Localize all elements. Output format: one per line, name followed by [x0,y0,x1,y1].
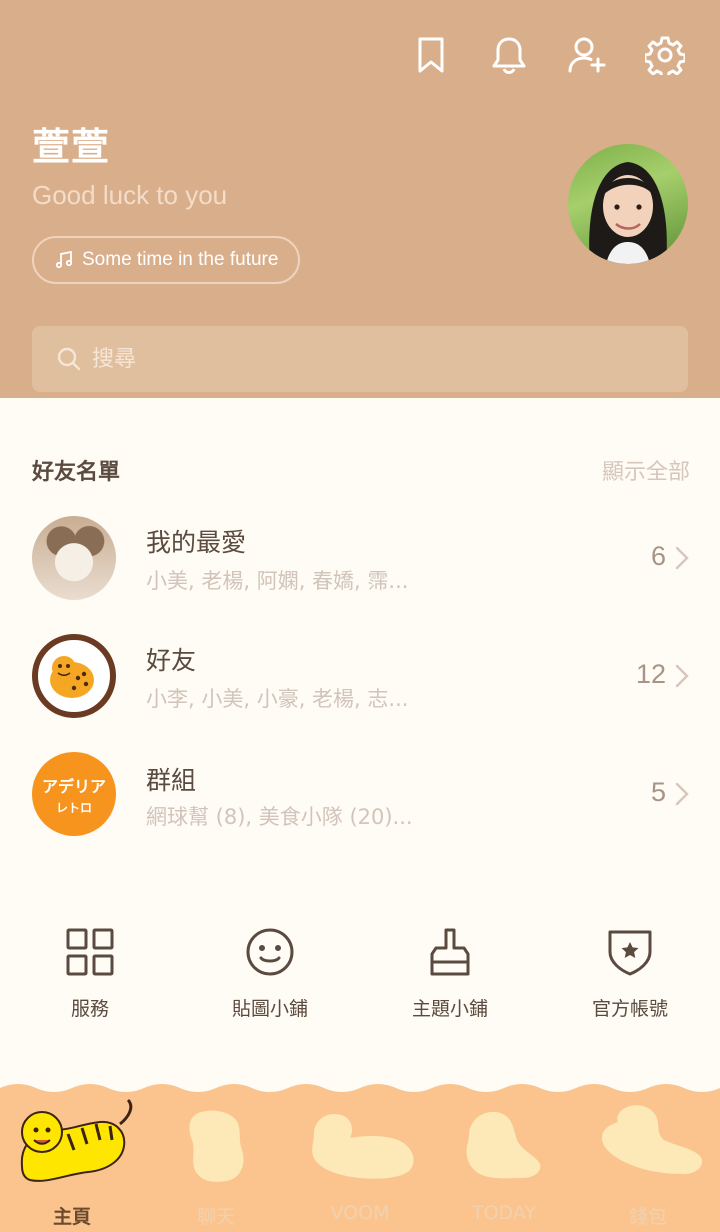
row-title: 我的最愛 [146,528,247,557]
shortcut-label: 官方帳號 [591,998,668,1020]
add-friend-button[interactable] [564,32,610,78]
search-icon [57,347,81,371]
smiley-icon [246,928,294,976]
group-logo-line1: アデリア [41,776,106,796]
nav-label: 聊天 [196,1206,235,1228]
music-title: Some time in the future [82,249,279,270]
services-shortcut[interactable]: 服務 [0,924,180,1034]
bell-icon [492,37,526,74]
nav-home[interactable]: 主頁 [0,1080,144,1232]
nav-label: TODAY [472,1202,536,1224]
nav-voom[interactable]: VOOM [288,1080,432,1232]
row-subtitle: 網球幫 (8), 美食小隊 (20)... [146,805,413,829]
cat-silhouette-icon [466,1111,541,1179]
nav-label: VOOM [330,1202,390,1224]
row-count: 12 [635,659,666,689]
profile-music-button[interactable]: Some time in the future [32,236,301,284]
nav-today[interactable]: TODAY [432,1080,576,1232]
favorites-avatar [32,516,116,600]
bookmark-button[interactable] [408,32,454,78]
groups-avatar: アデリア レトロ [32,752,116,836]
portrait-photo [589,162,667,264]
cat-silhouette-icon [602,1105,703,1174]
row-title: 好友 [146,646,197,675]
profile-avatar[interactable] [568,144,688,264]
tiger-home-icon [20,1098,133,1182]
shield-star-icon [608,930,652,976]
grid-icon [66,928,114,976]
settings-button[interactable] [642,32,688,78]
header-actions [376,32,688,78]
bookmark-icon [418,37,444,73]
group-logo-line2: レトロ [55,800,92,815]
nav-chat[interactable]: 聊天 [144,1080,288,1232]
official-accounts-shortcut[interactable]: 官方帳號 [540,924,720,1034]
gear-icon [645,36,685,75]
add-friend-icon [568,37,606,73]
notifications-button[interactable] [486,32,532,78]
friend-list-row-favorites[interactable]: 我的最愛 小美, 老楊, 阿嫻, 春嬌, 霈... 6 [0,503,720,613]
tiger-icon [50,656,94,698]
profile-header: 萱萱 Good luck to you Some time in the fut… [0,0,720,398]
friends-avatar [32,634,116,718]
shortcut-label: 主題小鋪 [411,998,488,1020]
search-bar[interactable] [32,326,688,392]
chevron-right-icon [675,782,689,806]
cat-silhouette-icon [189,1110,244,1182]
friends-section-title: 好友名單 [32,460,121,485]
row-count: 5 [650,777,666,807]
bottom-navigation: 主頁 聊天 VOOM TODAY 錢包 [0,1080,720,1232]
profile-name[interactable]: 萱萱 [32,116,110,171]
friend-list-row-friends[interactable]: 好友 小李, 小美, 小豪, 老楊, 志... 12 [0,621,720,731]
search-input[interactable] [92,346,592,372]
row-title: 群組 [146,766,197,795]
cat-silhouette-icon [312,1114,414,1179]
row-count: 6 [650,541,666,571]
music-note-icon [55,250,73,269]
sticker-shop-shortcut[interactable]: 貼圖小鋪 [180,924,360,1034]
shortcut-label: 貼圖小鋪 [231,998,308,1020]
nav-wallet[interactable]: 錢包 [576,1080,720,1232]
chevron-right-icon [675,546,689,570]
row-subtitle: 小李, 小美, 小豪, 老楊, 志... [146,687,409,711]
nav-label: 錢包 [628,1206,667,1228]
shortcut-label: 服務 [70,998,109,1020]
status-message[interactable]: Good luck to you [32,180,227,211]
brush-icon [430,928,470,976]
chevron-right-icon [675,664,689,688]
nav-label: 主頁 [52,1206,91,1228]
friend-list-row-groups[interactable]: アデリア レトロ 群組 網球幫 (8), 美食小隊 (20)... 5 [0,739,720,849]
shortcut-bar: 服務 貼圖小鋪 主題小鋪 官方帳號 [0,924,720,1034]
theme-shop-shortcut[interactable]: 主題小鋪 [360,924,540,1034]
row-subtitle: 小美, 老楊, 阿嫻, 春嬌, 霈... [146,569,409,593]
show-all-link[interactable]: 顯示全部 [602,454,690,486]
